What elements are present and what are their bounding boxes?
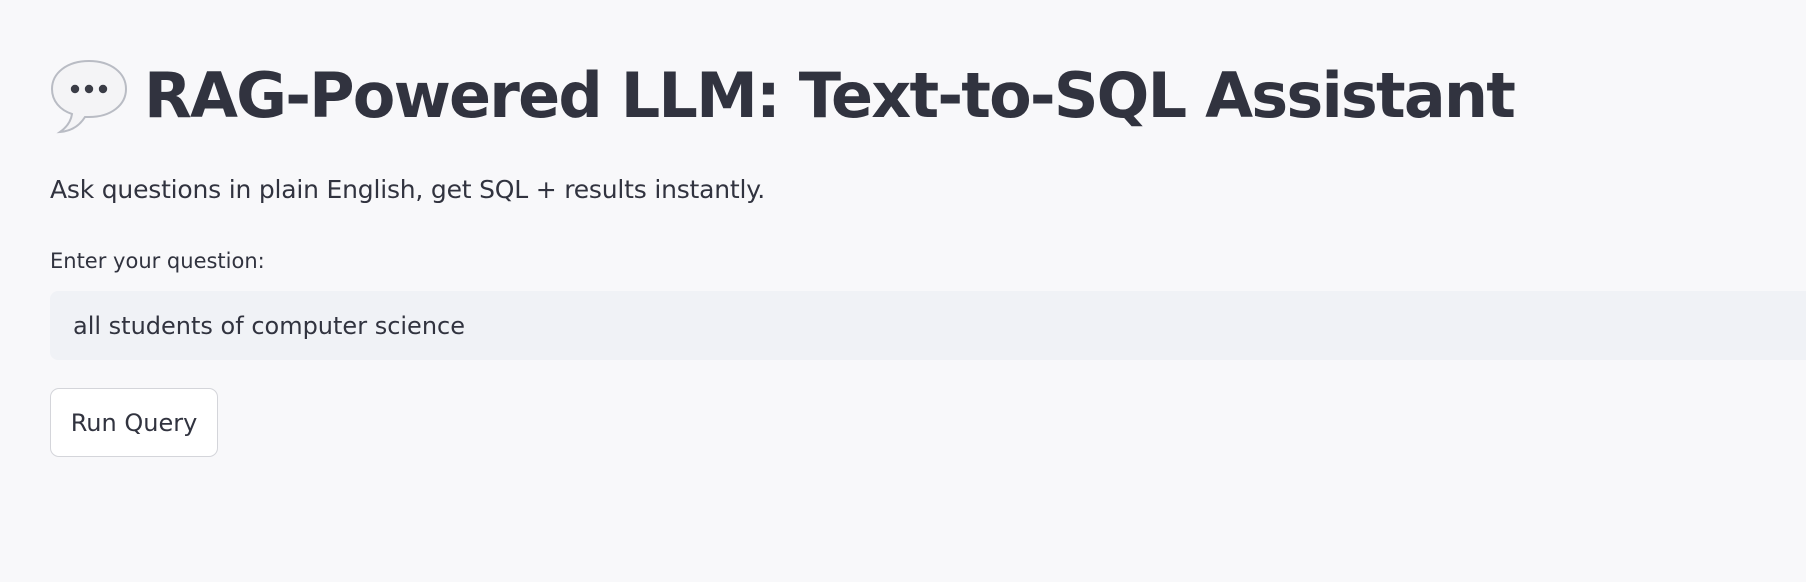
page-title: RAG-Powered LLM: Text-to-SQL Assistant <box>144 59 1516 132</box>
title-row: RAG-Powered LLM: Text-to-SQL Assistant <box>50 48 1516 144</box>
speech-bubble-icon <box>50 57 128 135</box>
question-input[interactable] <box>50 291 1806 360</box>
page-subtitle: Ask questions in plain English, get SQL … <box>50 175 766 204</box>
question-field-label: Enter your question: <box>50 249 265 273</box>
app-main: RAG-Powered LLM: Text-to-SQL Assistant A… <box>0 0 1806 582</box>
run-query-button[interactable]: Run Query <box>50 388 218 457</box>
